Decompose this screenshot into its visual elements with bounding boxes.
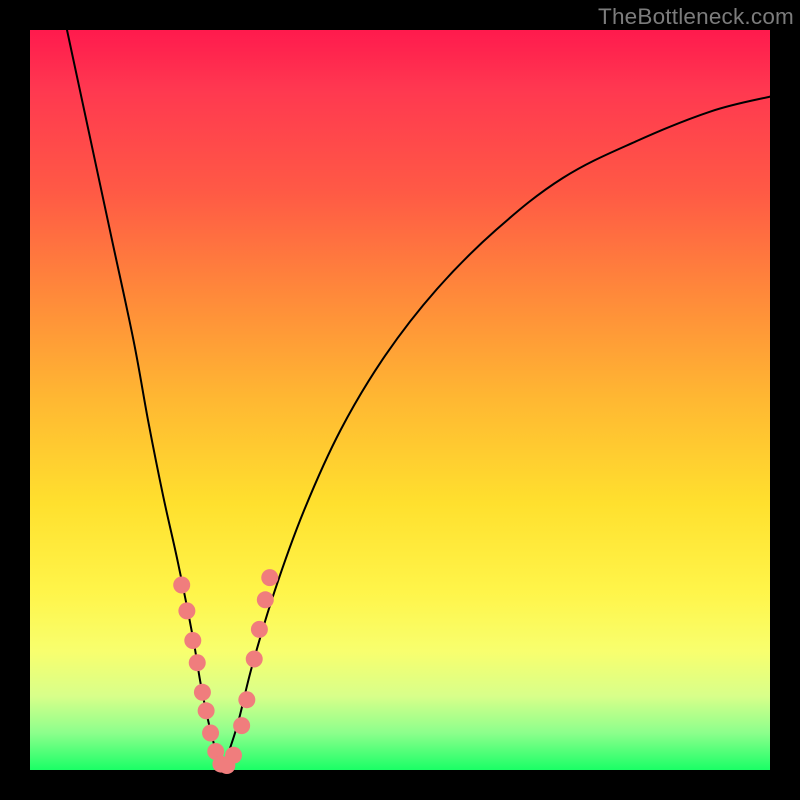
watermark-text: TheBottleneck.com	[598, 4, 794, 30]
marker-dot	[189, 654, 206, 671]
marker-dot	[178, 602, 195, 619]
marker-dot	[184, 632, 201, 649]
chart-svg	[30, 30, 770, 770]
marker-dot	[202, 725, 219, 742]
chart-frame: TheBottleneck.com	[0, 0, 800, 800]
marker-dot	[238, 691, 255, 708]
marker-dot	[225, 747, 242, 764]
chart-plot-area	[30, 30, 770, 770]
marker-dot	[198, 702, 215, 719]
marker-dot	[233, 717, 250, 734]
marker-dot	[257, 591, 274, 608]
marker-dot	[194, 684, 211, 701]
marker-dot	[173, 577, 190, 594]
marker-dot	[261, 569, 278, 586]
curve-right-branch	[222, 97, 770, 770]
marker-dot	[246, 651, 263, 668]
marker-group	[173, 569, 278, 774]
marker-dot	[251, 621, 268, 638]
curve-group	[67, 30, 770, 770]
